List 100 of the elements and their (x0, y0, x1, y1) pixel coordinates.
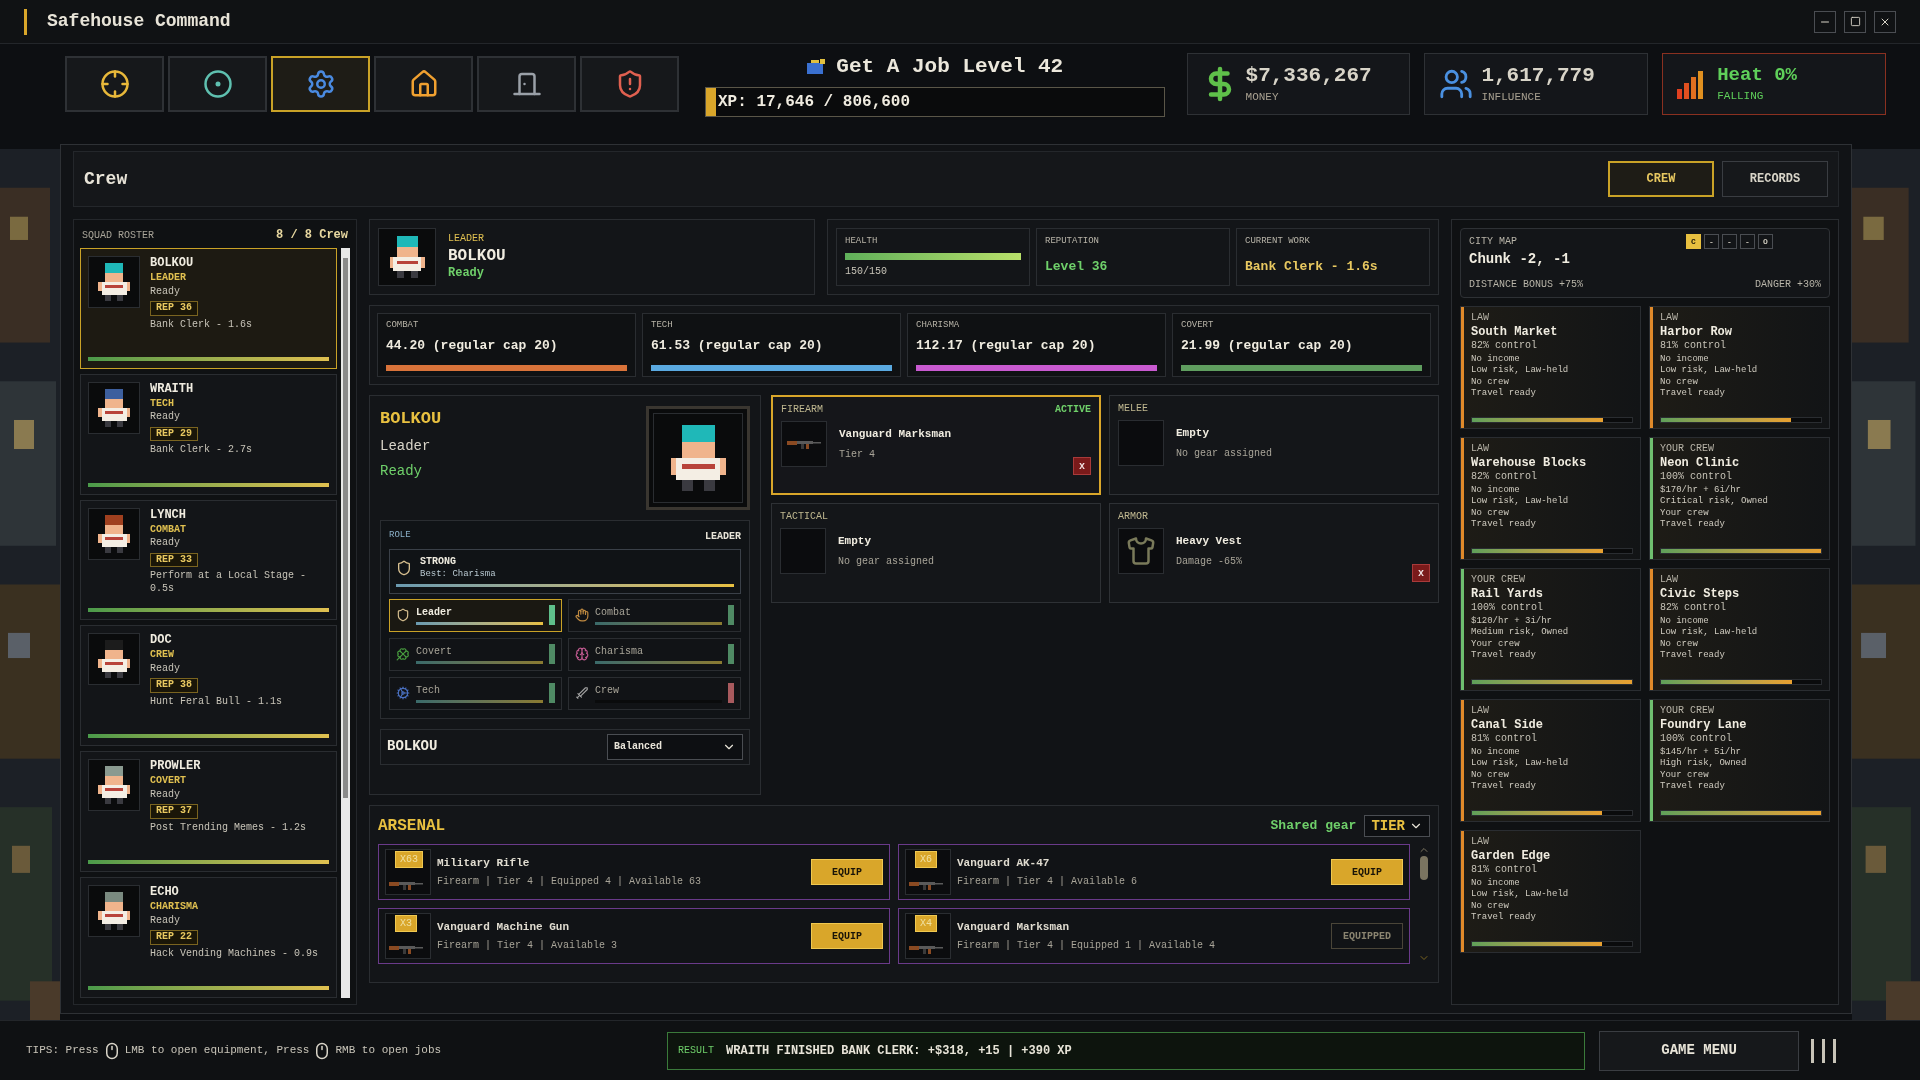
panel-tab[interactable]: CREW (1608, 161, 1714, 197)
crew-card[interactable]: ECHO CHARISMA Ready REP 22 Hack Vending Machines - 0.9s (80, 877, 337, 998)
district-card[interactable]: YOUR CREW Foundry Lane 100% control $145/hr + 5i/hr High risk, Owned Your crew Travel ready (1649, 699, 1830, 822)
map-nav-button[interactable]: - (1704, 234, 1719, 249)
gear-detail: No gear assigned (838, 554, 934, 569)
attribute-value: 21.99 (regular cap 20) (1181, 336, 1354, 355)
gear-name: Vanguard Marksman (839, 427, 952, 443)
arsenal-item-detail: Firearm | Tier 4 | Equipped 4 | Available 63 (437, 875, 702, 890)
slot-label: FIREARM (781, 403, 823, 417)
attribute-label: COVERT (1181, 319, 1215, 332)
arsenal-item-name: Vanguard AK-47 (957, 855, 1051, 871)
close-button[interactable] (1874, 10, 1896, 33)
scrollbar[interactable] (341, 248, 350, 998)
role-option[interactable]: Leader (389, 598, 562, 632)
district-detail: Critical risk, Owned (1660, 496, 1770, 508)
arsenal-item-name: Vanguard Marksman (957, 919, 1071, 935)
map-nav-button[interactable]: O (1758, 234, 1773, 249)
active-label: ACTIVE (1055, 403, 1091, 417)
stat-label: REPUTATION (1045, 235, 1100, 248)
crew-status: Ready (150, 285, 181, 298)
influence-value: 1,617,779 (1481, 62, 1595, 89)
toolbar-button[interactable] (65, 56, 164, 112)
gear-slot-card[interactable]: MELEE Empty No gear assigned (1109, 395, 1439, 495)
district-card[interactable]: LAW Warehouse Blocks 82% control No income Low risk, Law-held No crew Travel ready (1460, 437, 1641, 560)
equip-button[interactable]: EQUIP (1331, 859, 1403, 885)
crew-card[interactable]: DOC CREW Ready REP 38 Hunt Feral Bull - 1.1s (80, 625, 337, 747)
gear-slot-card[interactable]: ARMOR Heavy Vest Damage -65% x (1109, 503, 1439, 603)
faction-label: YOUR CREW (1660, 443, 1715, 456)
crew-card[interactable]: WRAITH TECH Ready REP 29 Bank Clerk - 2.7s (80, 373, 337, 495)
district-card[interactable]: LAW Canal Side 81% control No income Low risk, Law-held No crew Travel ready (1460, 699, 1641, 822)
district-card[interactable]: LAW Harbor Row 81% control No income Low risk, Law-held No crew Travel ready (1649, 306, 1830, 429)
district-name: Civic Steps (1660, 586, 1741, 602)
crew-status: Ready (150, 914, 181, 928)
crosshair-icon (99, 69, 130, 99)
work-value: Bank Clerk - 1.6s (1245, 257, 1379, 276)
equip-button[interactable]: EQUIP (811, 923, 883, 949)
strategy-select[interactable]: Balanced (607, 733, 743, 760)
gear-slot-card[interactable]: FIREARM ACTIVE Vanguard Marksman Tier 4 x (771, 395, 1101, 495)
map-nav-button[interactable]: - (1722, 234, 1737, 249)
toolbar-button[interactable] (374, 56, 473, 112)
panel-title: Crew (84, 167, 128, 191)
crew-status: Ready (150, 411, 181, 424)
district-card[interactable]: YOUR CREW Rail Yards 100% control $120/hr + 3i/hr Medium risk, Owned Your crew Travel ready (1460, 568, 1641, 691)
equip-button[interactable]: EQUIPPED (1331, 923, 1403, 949)
empty-slot (1118, 420, 1164, 466)
crew-status: Ready (150, 788, 181, 802)
leader-label: LEADER (448, 233, 485, 246)
map-nav-button[interactable]: - (1740, 234, 1755, 249)
district-detail: No crew (1471, 769, 1510, 781)
remove-button[interactable]: x (1073, 457, 1091, 475)
maximize-button[interactable] (1844, 10, 1866, 33)
rep-badge: REP 33 (150, 552, 198, 568)
district-detail: No crew (1471, 376, 1510, 388)
map-nav-button[interactable]: C (1686, 234, 1701, 249)
panel-tab[interactable]: RECORDS (1722, 161, 1828, 197)
gear-slot-card[interactable]: TACTICAL Empty No gear assigned (771, 503, 1101, 603)
scroll-thumb[interactable] (1420, 856, 1428, 880)
leader-name: BOLKOU (448, 245, 506, 266)
district-name: Rail Yards (1471, 586, 1544, 602)
count-badge: X6 (915, 851, 937, 868)
district-detail: No crew (1660, 638, 1699, 650)
district-detail: Travel ready (1660, 780, 1726, 792)
leader-status: Ready (448, 265, 485, 281)
minimize-button[interactable] (1814, 10, 1836, 33)
gear-name: Heavy Vest (1176, 534, 1242, 550)
crew-card[interactable]: PROWLER COVERT Ready REP 37 Post Trending Memes - 1.2s (80, 751, 337, 873)
district-card[interactable]: YOUR CREW Neon Clinic 100% control $170/hr + 6i/hr Critical risk, Owned Your crew Travel ready (1649, 437, 1830, 560)
crew-role: CHARISMA (150, 901, 199, 914)
count-badge: X3 (395, 915, 417, 932)
shield-icon (396, 559, 412, 576)
control-label: 81% control (1471, 732, 1538, 745)
toolbar-button[interactable] (580, 56, 679, 112)
district-card[interactable]: LAW Garden Edge 81% control No income Low risk, Law-held No crew Travel ready (1460, 830, 1641, 953)
money-value: $7,336,267 (1245, 62, 1372, 89)
toolbar-button[interactable] (477, 56, 576, 112)
equip-button[interactable]: EQUIP (811, 859, 883, 885)
remove-button[interactable]: x (1412, 564, 1430, 582)
crew-role: COMBAT (150, 523, 187, 537)
trait-name: STRONG (420, 556, 457, 569)
attribute-label: TECH (651, 319, 674, 332)
sort-select[interactable]: TIER (1364, 815, 1430, 837)
rep-badge: REP 37 (150, 804, 198, 819)
role-name: Tech (416, 684, 441, 699)
role-option[interactable]: Covert (389, 637, 562, 671)
district-card[interactable]: LAW Civic Steps 82% control No income Low risk, Law-held No crew Travel ready (1649, 568, 1830, 691)
toolbar-button[interactable] (271, 56, 370, 112)
radar-icon (202, 69, 233, 99)
role-option[interactable]: Crew (568, 676, 741, 710)
game-menu-button[interactable]: GAME MENU (1599, 1030, 1800, 1071)
crew-name: DOC (150, 633, 173, 649)
role-option[interactable]: Combat (568, 598, 741, 632)
role-option[interactable]: Tech (389, 676, 562, 710)
toolbar-button[interactable] (168, 56, 267, 112)
slot-label: ARMOR (1118, 510, 1148, 524)
crew-card[interactable]: BOLKOU LEADER Ready REP 36 Bank Clerk - 1.6s (80, 248, 337, 369)
crew-card[interactable]: LYNCH COMBAT Ready REP 33 Perform at a Local Stage - 0.5s (80, 499, 337, 621)
role-option[interactable]: Charisma (568, 637, 741, 671)
district-card[interactable]: LAW South Market 82% control No income Low risk, Law-held No crew Travel ready (1460, 306, 1641, 429)
district-detail: Low risk, Law-held (1471, 758, 1570, 770)
district-detail: Low risk, Law-held (1471, 496, 1570, 508)
